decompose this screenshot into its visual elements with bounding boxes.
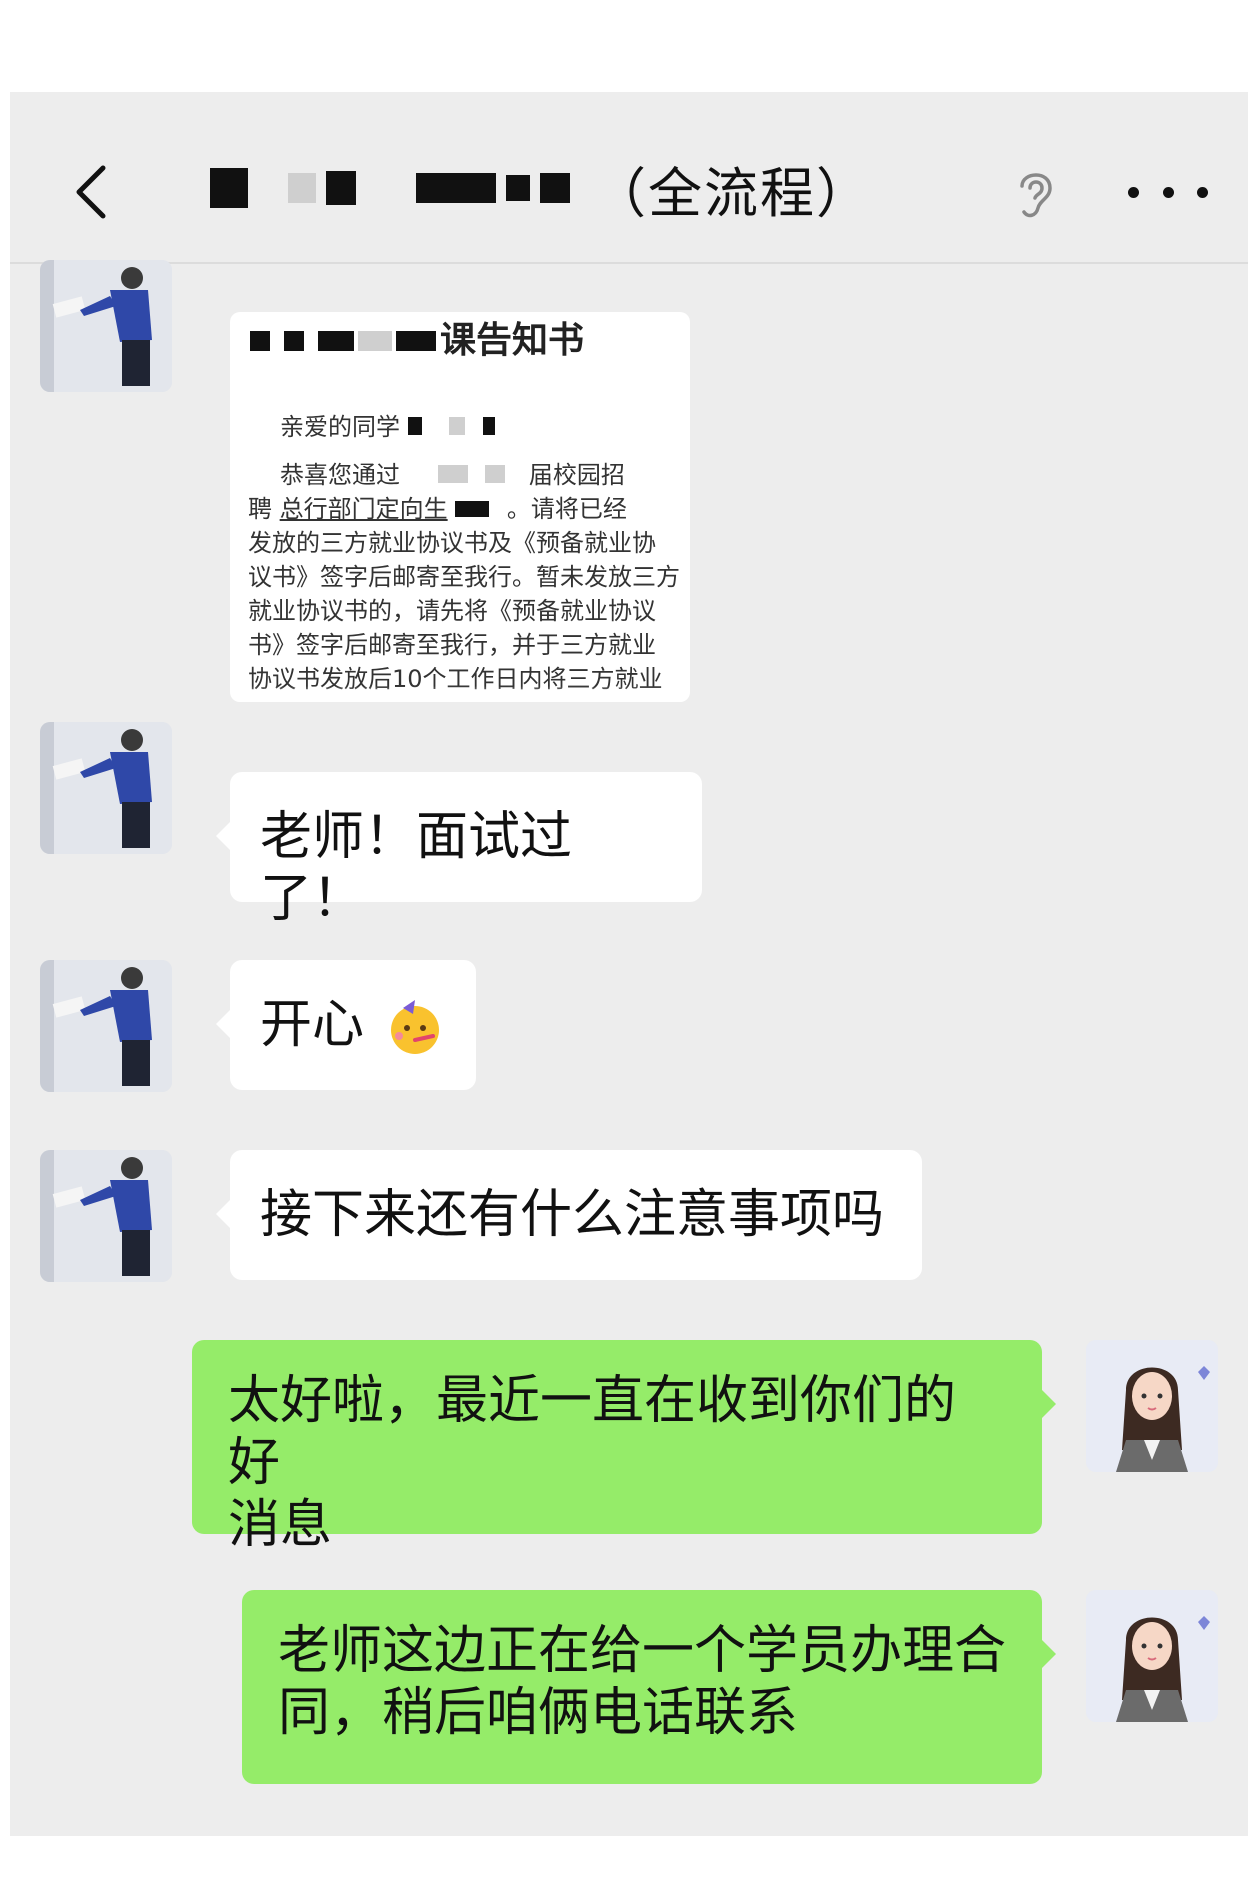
dot-icon <box>1128 186 1139 198</box>
redacted-block <box>482 417 495 435</box>
redacted-block <box>210 168 248 208</box>
message-text: 老师这边正在给一个学员办理合 <box>278 1621 1007 1681</box>
document-line: 书》签字后邮寄至我行，并于三方就业 <box>248 631 656 659</box>
message-bubble[interactable]: 太好啦，最近一直在收到你们的好 消息 <box>192 1340 1056 1555</box>
message-text: 开心 <box>260 995 365 1055</box>
doc-text: 。请将已经 <box>506 495 627 523</box>
chat-title: （全流程） <box>210 158 872 225</box>
doc-text: 届校园招 <box>528 461 625 489</box>
chat-header: （全流程） <box>10 92 1248 264</box>
document-image-message[interactable]: 课告知书 亲爱的同学 恭喜您通过 届校园招 聘 总行部门定向生 。请将已经 发放… <box>230 312 690 702</box>
message-text: 消息 <box>228 1495 333 1555</box>
document-fade <box>230 686 690 702</box>
avatar-student[interactable] <box>40 1150 172 1282</box>
message-text: 老师！面试过了！ <box>260 807 573 929</box>
message-bubble[interactable]: 开心 <box>216 960 476 1090</box>
avatar-student[interactable] <box>40 260 172 392</box>
message-text: 同，稍后咱俩电话联系 <box>278 1683 799 1743</box>
redacted-block <box>358 331 392 351</box>
redacted-block <box>540 173 570 203</box>
dot-icon <box>1162 186 1174 198</box>
document-title-text: 课告知书 <box>440 320 585 361</box>
redacted-block <box>326 171 356 205</box>
redacted-block <box>288 173 316 203</box>
document-line: 恭喜您通过 届校园招 <box>280 458 625 492</box>
student-photo-icon <box>40 722 172 854</box>
document-title: 课告知书 <box>250 320 585 361</box>
doc-text: 恭喜您通过 <box>280 461 400 489</box>
student-photo-icon <box>40 960 172 1092</box>
redacted-block <box>250 331 270 351</box>
redacted-block <box>407 417 422 435</box>
message-bubble[interactable]: 老师这边正在给一个学员办理合 同，稍后咱俩电话联系 <box>242 1590 1056 1784</box>
chat-title-text: （全流程） <box>592 161 872 225</box>
student-photo-icon <box>40 1150 172 1282</box>
partying-face-icon <box>390 1000 439 1054</box>
redacted-block <box>416 173 496 203</box>
redacted-block <box>506 175 530 201</box>
ear-icon[interactable] <box>1010 164 1060 224</box>
message-text: 太好啦，最近一直在收到你们的好 <box>228 1371 957 1493</box>
message-text: 接下来还有什么注意事项吗 <box>260 1185 885 1245</box>
doc-text: 亲爱的同学 <box>280 413 400 441</box>
redacted-block <box>485 465 506 483</box>
teacher-avatar-icon <box>1086 1340 1218 1472</box>
doc-text-underlined: 总行部门定向生 <box>279 495 448 523</box>
message-bubble[interactable]: 老师！面试过了！ <box>216 772 702 929</box>
more-button[interactable] <box>1128 162 1208 222</box>
redacted-block <box>437 465 468 483</box>
redacted-block <box>449 417 466 435</box>
redacted-block <box>318 331 354 351</box>
back-button[interactable] <box>60 152 120 232</box>
document-line: 发放的三方就业协议书及《预备就业协 <box>248 529 656 557</box>
dot-icon <box>1197 186 1208 198</box>
avatar-student[interactable] <box>40 960 172 1092</box>
avatar-teacher[interactable] <box>1086 1340 1218 1472</box>
avatar-teacher[interactable] <box>1086 1590 1218 1722</box>
chevron-left-icon <box>76 165 106 219</box>
redacted-block <box>455 501 490 517</box>
document-line: 聘 总行部门定向生 。请将已经 <box>248 492 627 526</box>
doc-text: 聘 <box>248 495 272 523</box>
redacted-block <box>396 331 436 351</box>
document-line: 就业协议书的，请先将《预备就业协议 <box>248 597 656 625</box>
chat-screen: （全流程） 课告知书 亲爱的同学 恭喜您通过 届校园招 聘 总行部门定向生 。请… <box>10 92 1248 1836</box>
avatar-student[interactable] <box>40 722 172 854</box>
message-bubble[interactable]: 接下来还有什么注意事项吗 <box>216 1150 922 1280</box>
teacher-avatar-icon <box>1086 1590 1218 1722</box>
redacted-block <box>284 331 304 351</box>
document-line: 亲爱的同学 <box>280 410 505 444</box>
document-line: 议书》签字后邮寄至我行。暂未发放三方 <box>248 563 680 591</box>
student-photo-icon <box>40 260 172 392</box>
